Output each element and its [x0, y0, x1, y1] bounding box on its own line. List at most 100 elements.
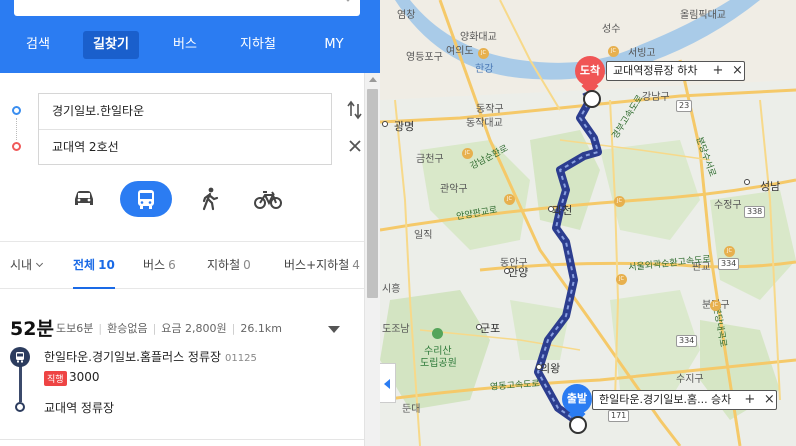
- walk-time: 도보6분: [56, 322, 94, 335]
- filter-tab-all[interactable]: 전체 10: [73, 242, 115, 289]
- map-label: 금천구: [416, 154, 444, 165]
- close-label-button[interactable]: ×: [730, 62, 744, 80]
- route-inputs: 경기일보.한일타운 교대역 2호선: [38, 93, 332, 165]
- tab-my[interactable]: MY: [312, 31, 356, 59]
- divider: |: [98, 322, 103, 335]
- top-navigation-bar: 검색 길찾기 버스 지하철 MY: [0, 0, 380, 73]
- tab-directions[interactable]: 길찾기: [83, 31, 139, 59]
- map-label: 군포: [480, 322, 501, 335]
- close-label-button[interactable]: ×: [762, 391, 776, 409]
- map-label: 동안구: [500, 258, 528, 269]
- chevron-left-icon: [384, 379, 390, 389]
- swap-icon: [347, 100, 362, 120]
- bike-icon: [254, 191, 282, 209]
- alighting-stop[interactable]: 교대역 정류장: [44, 399, 114, 416]
- boarding-stop-name: 한일타운.경기일보.홈플러스 정류장: [44, 350, 222, 364]
- junction-icon: JC: [724, 246, 735, 257]
- filter-tab-count: 10: [98, 258, 115, 272]
- route-summary: 도보6분 | 환승없음 | 요금 2,800원 | 26.1km: [56, 320, 282, 336]
- route-result-card[interactable]: 52분 도보6분 | 환승없음 | 요금 2,800원 | 26.1km 한일타운.경기일보…: [0, 290, 364, 440]
- region-dropdown[interactable]: 시내: [10, 242, 44, 289]
- map-label: 염창: [397, 10, 416, 21]
- add-waypoint-button[interactable]: +: [711, 62, 725, 80]
- panel-scrollbar[interactable]: [364, 73, 380, 446]
- tab-subway[interactable]: 지하철: [232, 31, 284, 59]
- walk-icon: [583, 90, 601, 108]
- route-shield: 334: [718, 258, 740, 270]
- map-label: 동작대교: [466, 118, 503, 129]
- junction-icon: JC: [608, 46, 619, 57]
- map-label: 수정구: [714, 200, 742, 211]
- mode-bike-button[interactable]: [248, 181, 288, 217]
- scrollbar-thumb[interactable]: [367, 89, 378, 298]
- swap-route-button[interactable]: [346, 100, 364, 120]
- walk-icon: [202, 187, 219, 211]
- park-icon: [432, 328, 443, 339]
- tab-bus[interactable]: 버스: [160, 31, 210, 59]
- mode-car-button[interactable]: [64, 181, 104, 217]
- map-label: 도립공원: [420, 358, 457, 369]
- result-filter-bar: 시내 전체 10 버스 6 지하철 0 버스+지하철 4: [0, 241, 380, 289]
- boarding-stop[interactable]: 한일타운.경기일보.홈플러스 정류장 01125: [44, 348, 257, 365]
- city-marker-icon: [548, 206, 554, 212]
- bus-number[interactable]: 3000: [69, 370, 100, 384]
- map-label: 관악구: [440, 184, 468, 195]
- mode-bus-button[interactable]: [120, 181, 172, 217]
- filter-tab-count: 0: [243, 258, 251, 272]
- filter-tab-label: 버스: [143, 258, 166, 272]
- junction-icon: JC: [616, 274, 627, 285]
- map-label: 수지구: [676, 374, 704, 385]
- map-label: 여의도: [446, 46, 474, 57]
- filter-tab-subway[interactable]: 지하철 0: [207, 242, 251, 289]
- map-label: 올림픽대교: [680, 10, 726, 21]
- scroll-up-icon[interactable]: [369, 77, 377, 82]
- junction-icon: JC: [462, 148, 473, 159]
- collapse-panel-button[interactable]: [380, 363, 396, 403]
- map-label: 둔대: [402, 404, 421, 415]
- clear-route-button[interactable]: [347, 138, 363, 156]
- junction-icon: JC: [504, 194, 515, 205]
- origin-info-label: 한일타운.경기일보.홈... 승차 + ×: [592, 390, 778, 410]
- origin-input[interactable]: 경기일보.한일타운: [39, 94, 331, 129]
- junction-icon: JC: [478, 48, 489, 59]
- mode-walk-button[interactable]: [190, 181, 230, 217]
- filter-tab-bus[interactable]: 버스 6: [143, 242, 176, 289]
- distance: 26.1km: [240, 322, 282, 335]
- close-icon: [349, 140, 361, 152]
- map-view[interactable]: 염창 양화대교 성수 올림픽대교 영등포구 여의도 서빙고 동작구 동작대교 한강 광명 금천구 관악구…: [380, 0, 796, 446]
- bus-type-badge: 직행: [44, 371, 67, 386]
- directions-panel: 검색 길찾기 버스 지하철 MY 경기일보.한일타운 교대역 2호선 시내 전체…: [0, 0, 380, 446]
- alight-stop-icon: [15, 402, 25, 412]
- bus-stop-icon: [10, 347, 30, 367]
- map-label: 광명: [394, 120, 415, 133]
- origin-label-text: 한일타운.경기일보.홈... 승차: [599, 393, 732, 406]
- map-label: 일직: [414, 230, 433, 241]
- add-waypoint-button[interactable]: +: [743, 391, 757, 409]
- city-marker-icon: [476, 324, 482, 330]
- chevron-down-icon[interactable]: [342, 0, 354, 2]
- stop-code: 01125: [225, 353, 257, 364]
- tab-search[interactable]: 검색: [14, 31, 62, 59]
- map-label: 시흥: [382, 284, 401, 295]
- city-marker-icon: [744, 179, 750, 185]
- junction-icon: JC: [710, 300, 721, 311]
- map-label: 서빙고: [628, 48, 656, 59]
- route-line: [19, 362, 22, 402]
- bus-icon: [138, 190, 154, 209]
- map-label: 성남: [760, 180, 781, 193]
- city-marker-icon: [382, 121, 388, 127]
- expand-result-button[interactable]: [328, 326, 340, 333]
- filter-tab-label: 지하철: [207, 258, 241, 272]
- route-shield: 338: [744, 206, 766, 218]
- search-input[interactable]: [14, 0, 360, 16]
- map-label: 도조남: [382, 324, 410, 335]
- route-shield: 334: [676, 335, 698, 347]
- map-label: 성수: [602, 24, 621, 35]
- map-label: 영등포구: [406, 52, 443, 63]
- route-connector: [16, 118, 17, 140]
- destination-label-text: 교대역정류장 하차: [613, 64, 698, 77]
- map-label: 강남구: [642, 92, 670, 103]
- destination-info-label: 교대역정류장 하차 + ×: [606, 61, 746, 81]
- filter-tab-bus-subway[interactable]: 버스+지하철 4: [284, 242, 360, 289]
- destination-input[interactable]: 교대역 2호선: [39, 129, 331, 164]
